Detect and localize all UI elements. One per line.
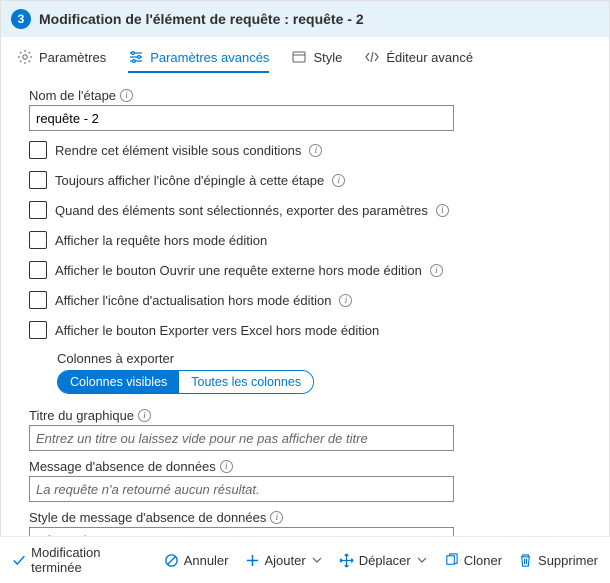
checkbox-always-show-pin[interactable]: Toujours afficher l'icône d'épingle à ce… xyxy=(29,169,581,191)
add-button[interactable]: Ajouter xyxy=(245,553,323,568)
info-icon[interactable]: i xyxy=(430,264,443,277)
cancel-button[interactable]: Annuler xyxy=(164,553,229,568)
checkbox-show-open-external-query[interactable]: Afficher le bouton Ouvrir une requête ex… xyxy=(29,259,581,281)
step-name-field: Nom de l'étape i xyxy=(29,88,581,131)
check-icon xyxy=(12,553,26,568)
form-body: Nom de l'étape i Rendre cet élément visi… xyxy=(1,74,609,563)
done-editing-button[interactable]: Modification terminée xyxy=(12,545,148,575)
info-icon[interactable]: i xyxy=(138,409,151,422)
tab-advanced-editor[interactable]: Éditeur avancé xyxy=(364,43,473,73)
tab-settings[interactable]: Paramètres xyxy=(17,43,106,73)
info-icon[interactable]: i xyxy=(270,511,283,524)
button-label: Déplacer xyxy=(359,553,411,568)
tab-advanced-settings[interactable]: Paramètres avancés xyxy=(128,43,269,73)
checkbox-label: Afficher le bouton Ouvrir une requête ex… xyxy=(55,263,422,278)
no-data-message-label: Message d'absence de données i xyxy=(29,459,581,474)
button-label: Annuler xyxy=(184,553,229,568)
chart-title-input[interactable] xyxy=(29,425,454,451)
checkbox-conditional-visibility[interactable]: Rendre cet élément visible sous conditio… xyxy=(29,139,581,161)
panel-title: Modification de l'élément de requête : r… xyxy=(39,11,364,27)
checkbox-label: Quand des éléments sont sélectionnés, ex… xyxy=(55,203,428,218)
checkbox-label: Afficher le bouton Exporter vers Excel h… xyxy=(55,323,379,338)
checkbox-label: Rendre cet élément visible sous conditio… xyxy=(55,143,301,158)
tab-label: Style xyxy=(313,50,342,65)
checkbox-label: Afficher l'icône d'actualisation hors mo… xyxy=(55,293,331,308)
step-name-input[interactable] xyxy=(29,105,454,131)
chart-title-label: Titre du graphique i xyxy=(29,408,581,423)
toggle-all-columns[interactable]: Toutes les colonnes xyxy=(179,371,313,393)
chevron-down-icon xyxy=(311,554,323,566)
checkbox-show-query-noedit[interactable]: Afficher la requête hors mode édition xyxy=(29,229,581,251)
no-data-message-field: Message d'absence de données i xyxy=(29,459,581,502)
checkbox-icon[interactable] xyxy=(29,261,47,279)
clone-button[interactable]: Cloner xyxy=(444,553,502,568)
plus-icon xyxy=(245,553,260,568)
checkbox-export-parameters[interactable]: Quand des éléments sont sélectionnés, ex… xyxy=(29,199,581,221)
checkbox-icon[interactable] xyxy=(29,141,47,159)
button-label: Supprimer xyxy=(538,553,598,568)
checkbox-icon[interactable] xyxy=(29,291,47,309)
checkbox-show-export-excel[interactable]: Afficher le bouton Exporter vers Excel h… xyxy=(29,319,581,341)
checkbox-icon[interactable] xyxy=(29,171,47,189)
tab-label: Éditeur avancé xyxy=(386,50,473,65)
info-icon[interactable]: i xyxy=(436,204,449,217)
panel-header: 3 Modification de l'élément de requête :… xyxy=(1,1,609,37)
info-icon[interactable]: i xyxy=(309,144,322,157)
button-label: Cloner xyxy=(464,553,502,568)
info-icon[interactable]: i xyxy=(120,89,133,102)
footer-toolbar: Modification terminée Annuler Ajouter Dé… xyxy=(0,536,610,583)
info-icon[interactable]: i xyxy=(332,174,345,187)
checkbox-label: Afficher la requête hors mode édition xyxy=(55,233,267,248)
checkbox-label: Toujours afficher l'icône d'épingle à ce… xyxy=(55,173,324,188)
delete-button[interactable]: Supprimer xyxy=(518,553,598,568)
export-columns-label: Colonnes à exporter xyxy=(57,351,581,366)
chart-title-field: Titre du graphique i xyxy=(29,408,581,451)
step-number-badge: 3 xyxy=(11,9,31,29)
export-columns-toggle[interactable]: Colonnes visibles Toutes les colonnes xyxy=(57,370,314,394)
checkbox-icon[interactable] xyxy=(29,201,47,219)
tab-bar: Paramètres Paramètres avancés Style Édit… xyxy=(1,37,609,74)
tab-label: Paramètres xyxy=(39,50,106,65)
move-icon xyxy=(339,553,354,568)
code-icon xyxy=(364,49,380,65)
chevron-down-icon xyxy=(416,554,428,566)
step-name-label: Nom de l'étape i xyxy=(29,88,581,103)
no-data-style-label: Style de message d'absence de données i xyxy=(29,510,581,525)
no-data-message-input[interactable] xyxy=(29,476,454,502)
checkbox-show-refresh-icon[interactable]: Afficher l'icône d'actualisation hors mo… xyxy=(29,289,581,311)
move-button[interactable]: Déplacer xyxy=(339,553,428,568)
tab-style[interactable]: Style xyxy=(291,43,342,73)
copy-icon xyxy=(444,553,459,568)
gear-icon xyxy=(17,49,33,65)
info-icon[interactable]: i xyxy=(339,294,352,307)
button-label: Modification terminée xyxy=(31,545,148,575)
sliders-icon xyxy=(128,49,144,65)
button-label: Ajouter xyxy=(265,553,306,568)
style-icon xyxy=(291,49,307,65)
cancel-icon xyxy=(164,553,179,568)
tab-label: Paramètres avancés xyxy=(150,50,269,65)
info-icon[interactable]: i xyxy=(220,460,233,473)
trash-icon xyxy=(518,553,533,568)
checkbox-icon[interactable] xyxy=(29,321,47,339)
checkbox-icon[interactable] xyxy=(29,231,47,249)
toggle-visible-columns[interactable]: Colonnes visibles xyxy=(58,371,179,393)
export-columns-section: Colonnes à exporter Colonnes visibles To… xyxy=(57,351,581,394)
